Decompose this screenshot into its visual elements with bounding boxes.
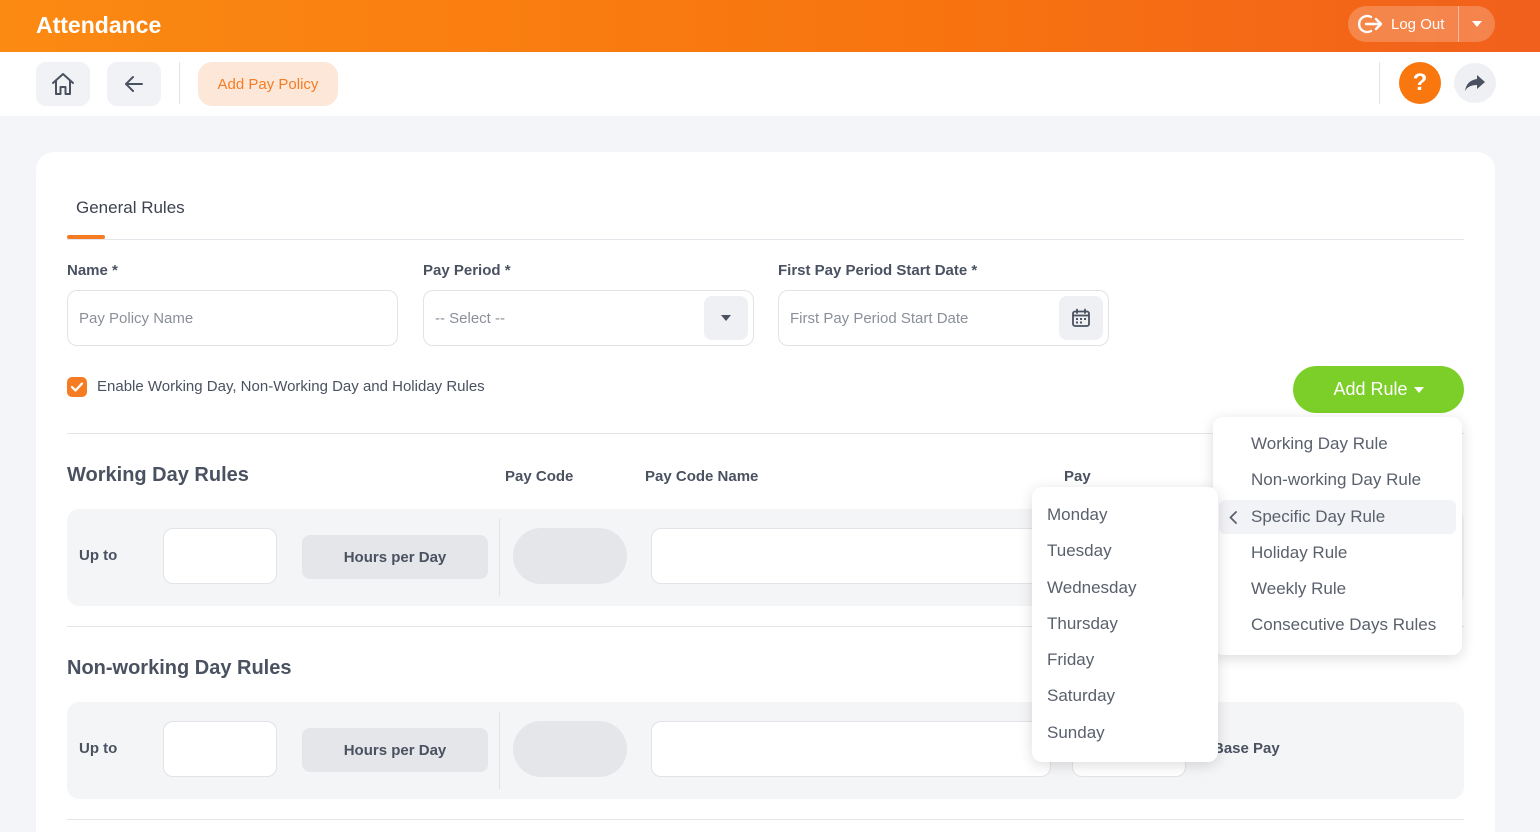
day-item-tuesday[interactable]: Tuesday <box>1032 534 1218 568</box>
menu-item-label: Specific Day Rule <box>1251 507 1386 526</box>
divider <box>499 519 500 596</box>
day-item-wednesday[interactable]: Wednesday <box>1032 571 1218 605</box>
arrow-left-icon <box>125 76 143 92</box>
hours-input[interactable] <box>163 721 277 777</box>
specific-day-submenu: Monday Tuesday Wednesday Thursday Friday… <box>1032 487 1218 762</box>
pay-header: Pay <box>1064 468 1091 485</box>
pay-policy-name-input[interactable]: Pay Policy Name <box>67 290 398 346</box>
add-rule-menu: Working Day Rule Non-working Day Rule Sp… <box>1213 417 1462 655</box>
pay-period-dropdown-button[interactable] <box>704 296 748 340</box>
hours-input[interactable] <box>163 528 277 584</box>
hours-per-day-label: Hours per Day <box>302 728 488 772</box>
non-working-day-rules-title: Non-working Day Rules <box>67 657 292 679</box>
logout-button-group: Log Out <box>1348 6 1495 42</box>
placeholder-text: Pay Policy Name <box>79 309 194 327</box>
start-date-input[interactable]: First Pay Period Start Date <box>778 290 1109 346</box>
non-working-day-rule-row: Up to Hours per Day Base Pay <box>67 702 1464 799</box>
menu-item-weekly-rule[interactable]: Weekly Rule <box>1213 572 1462 606</box>
placeholder-text: First Pay Period Start Date <box>790 309 969 327</box>
user-menu-toggle[interactable] <box>1459 6 1495 42</box>
pay-code-selector[interactable] <box>513 528 627 584</box>
day-item-thursday[interactable]: Thursday <box>1032 607 1218 641</box>
divider <box>67 819 1464 820</box>
tab-general-rules[interactable]: General Rules <box>76 198 185 218</box>
logout-label: Log Out <box>1391 15 1445 33</box>
pay-period-label: Pay Period * <box>423 262 511 279</box>
app-title: Attendance <box>36 12 162 38</box>
menu-item-specific-day-rule[interactable]: Specific Day Rule <box>1219 500 1456 534</box>
home-button[interactable] <box>36 62 90 106</box>
breadcrumb-add-pay-policy[interactable]: Add Pay Policy <box>198 62 338 106</box>
pay-code-name-header: Pay Code Name <box>645 468 759 485</box>
divider <box>499 712 500 789</box>
calendar-button[interactable] <box>1059 296 1103 340</box>
logout-button[interactable]: Log Out <box>1348 6 1458 42</box>
menu-item-working-day-rule[interactable]: Working Day Rule <box>1213 427 1462 461</box>
start-date-label: First Pay Period Start Date * <box>778 262 978 279</box>
menu-item-holiday-rule[interactable]: Holiday Rule <box>1213 536 1462 570</box>
chevron-left-icon <box>1229 511 1237 524</box>
pay-period-select[interactable]: -- Select -- <box>423 290 754 346</box>
pay-code-selector[interactable] <box>513 721 627 777</box>
day-item-saturday[interactable]: Saturday <box>1032 679 1218 713</box>
pay-code-name-input[interactable] <box>651 721 1051 777</box>
toolbar: Add Pay Policy ? <box>0 52 1540 116</box>
up-to-label: Up to <box>79 740 118 757</box>
divider <box>1379 62 1380 104</box>
day-item-monday[interactable]: Monday <box>1032 498 1218 532</box>
pay-code-name-input[interactable] <box>651 528 1051 584</box>
hours-per-day-label: Hours per Day <box>302 535 488 579</box>
logout-icon <box>1358 14 1383 34</box>
caret-down-icon <box>1413 386 1424 393</box>
calendar-icon <box>1072 308 1090 327</box>
add-rule-label: Add Rule <box>1333 379 1408 399</box>
caret-down-icon <box>1472 21 1482 27</box>
menu-item-non-working-day-rule[interactable]: Non-working Day Rule <box>1213 463 1462 497</box>
pay-code-header: Pay Code <box>505 468 574 485</box>
day-item-sunday[interactable]: Sunday <box>1032 716 1218 750</box>
help-button[interactable]: ? <box>1399 62 1441 104</box>
share-button[interactable] <box>1454 63 1496 103</box>
home-icon <box>52 73 74 95</box>
up-to-label: Up to <box>79 547 118 564</box>
selected-value: -- Select -- <box>435 309 506 327</box>
divider <box>179 62 180 104</box>
back-button[interactable] <box>107 62 161 106</box>
share-icon <box>1465 75 1485 91</box>
day-item-friday[interactable]: Friday <box>1032 643 1218 677</box>
working-day-rules-title: Working Day Rules <box>67 464 249 486</box>
enable-rules-checkbox[interactable] <box>67 377 87 397</box>
question-icon: ? <box>1412 69 1428 96</box>
add-rule-button[interactable]: Add Rule <box>1293 366 1464 413</box>
app-header: Attendance Log Out <box>0 0 1540 52</box>
name-label: Name * <box>67 262 118 279</box>
tab-divider <box>67 239 1464 240</box>
base-pay-label: Base Pay <box>1213 740 1280 757</box>
caret-down-icon <box>721 315 731 321</box>
checkmark-icon <box>71 382 83 392</box>
menu-item-consecutive-days-rules[interactable]: Consecutive Days Rules <box>1213 608 1462 642</box>
enable-rules-label[interactable]: Enable Working Day, Non-Working Day and … <box>97 378 485 395</box>
